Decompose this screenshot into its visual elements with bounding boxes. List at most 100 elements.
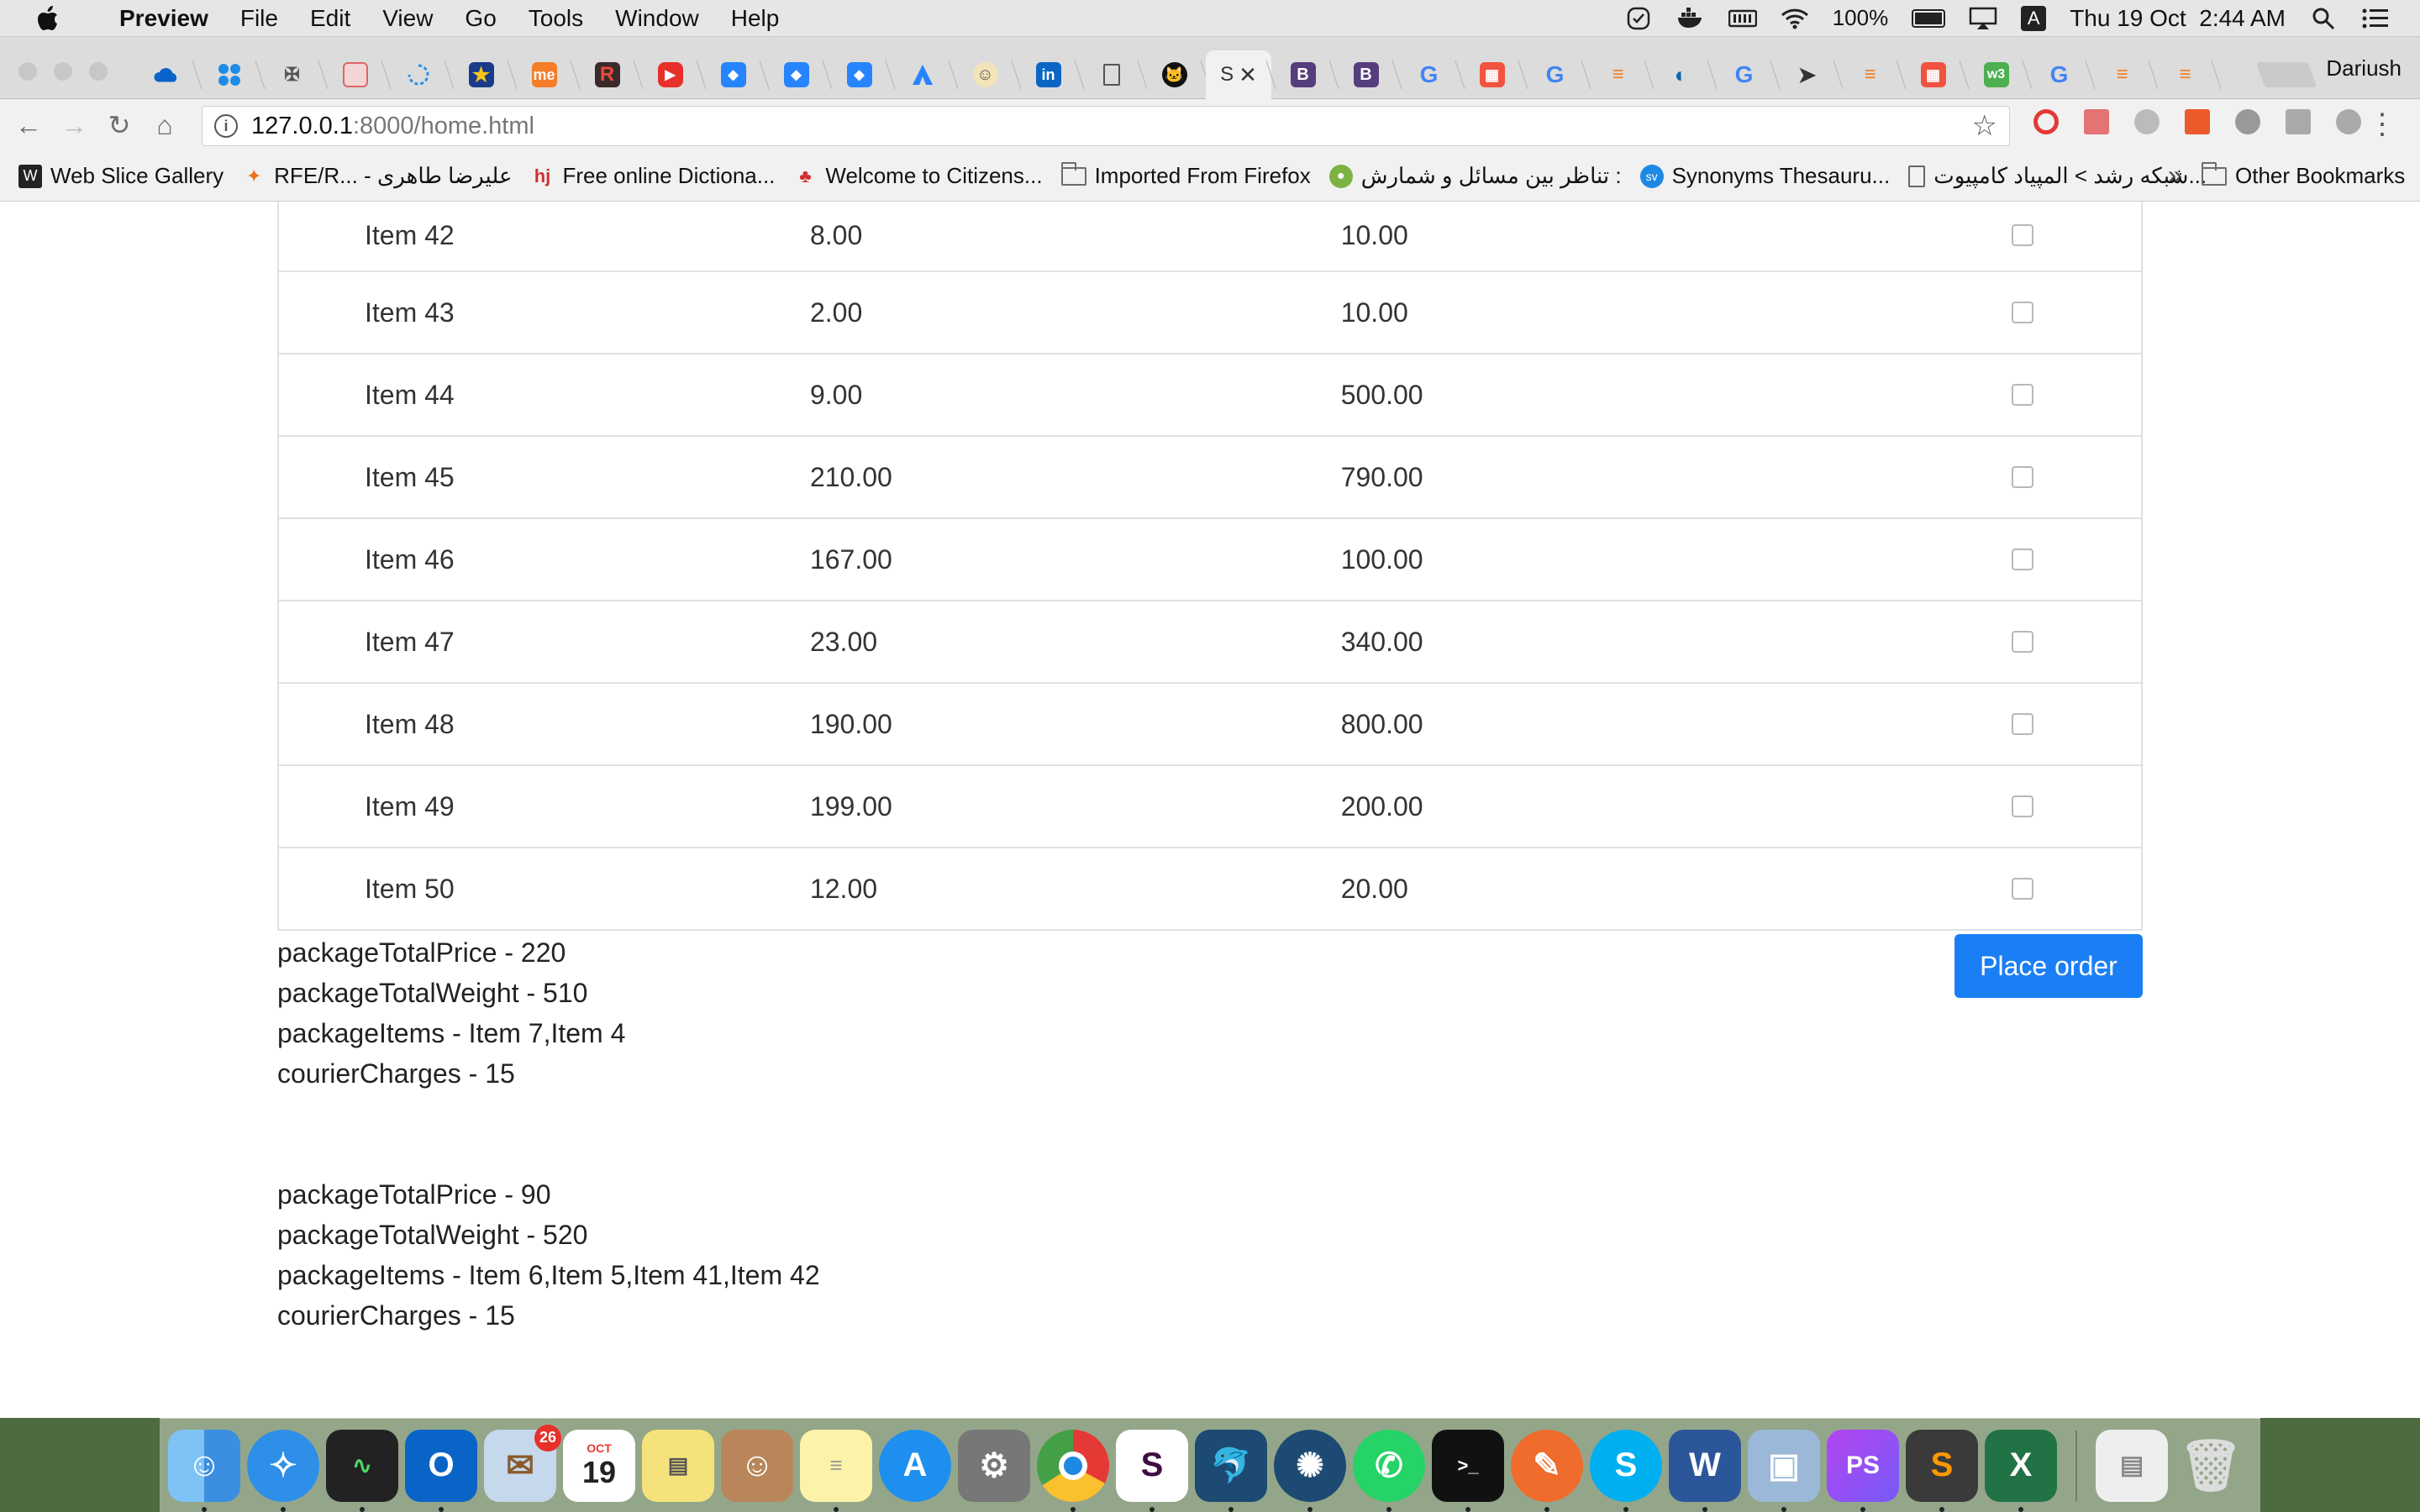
terminal-icon[interactable]: >_ — [1432, 1429, 1504, 1512]
browser-menu-icon[interactable]: ⋮ — [2368, 108, 2396, 141]
bookmark-web-slice[interactable]: W Web Slice Gallery — [18, 163, 224, 189]
stickies-icon[interactable]: ▤ — [642, 1429, 714, 1502]
menu-app-name[interactable]: Preview — [119, 5, 208, 32]
forward-arrow-icon[interactable]: → — [57, 108, 91, 142]
postman-icon[interactable]: ✎ — [1511, 1429, 1583, 1512]
tab-stackoverflow-3[interactable]: ≡ — [2091, 50, 2154, 99]
zoom-window-button[interactable] — [89, 62, 108, 81]
profile-name[interactable]: Dariush — [2326, 55, 2402, 81]
item-select-checkbox[interactable] — [2012, 549, 2034, 570]
tab-laravel-1[interactable]: ▦ — [1460, 50, 1523, 99]
wifi-icon[interactable] — [1781, 6, 1809, 31]
menu-window[interactable]: Window — [615, 5, 699, 32]
menu-file[interactable]: File — [240, 5, 278, 32]
docker-whale-icon[interactable] — [1676, 6, 1705, 31]
bookmark-olympiad[interactable]: شبکه رشد > المپیاد کامپیوت... — [1908, 163, 2207, 189]
tab-onedrive[interactable] — [134, 50, 197, 99]
notification-center-icon[interactable] — [2361, 6, 2390, 31]
outlook-icon[interactable]: O — [405, 1429, 477, 1512]
apple-menu-icon[interactable] — [34, 4, 62, 33]
spotlight-search-icon[interactable] — [2309, 6, 2338, 31]
bookmark-dictionary[interactable]: hj Free online Dictiona... — [531, 163, 776, 189]
chrome-icon[interactable] — [1037, 1429, 1109, 1512]
menu-go[interactable]: Go — [465, 5, 496, 32]
battery-icon[interactable] — [1912, 8, 1946, 28]
mail-stamp-icon[interactable]: ✉ 26 — [484, 1424, 561, 1502]
tab-calendar[interactable] — [324, 50, 387, 99]
tab-youtube[interactable]: ▶ — [639, 50, 702, 99]
memory-chip-icon[interactable] — [1728, 6, 1757, 31]
menu-help[interactable]: Help — [731, 5, 780, 32]
tab-bootstrap-1[interactable]: B — [1271, 50, 1334, 99]
sound-extension-icon[interactable] — [2336, 109, 2361, 134]
input-source-indicator[interactable]: A — [2021, 5, 2047, 31]
document-stack-icon[interactable]: ▤ — [2096, 1429, 2168, 1502]
excel-icon[interactable]: X — [1985, 1429, 2057, 1512]
chat-extension-icon[interactable] — [2134, 109, 2160, 134]
tab-bitbucket-1[interactable]: ◆ — [702, 50, 765, 99]
battery-percent[interactable]: 100% — [1833, 5, 1889, 31]
tab-w3[interactable]: w3 — [1965, 50, 2028, 99]
trash-icon[interactable]: 🗑 — [2175, 1430, 2247, 1502]
tab-bitbucket-3[interactable]: ◆ — [828, 50, 891, 99]
tab-google-4[interactable]: G — [2028, 50, 2091, 99]
app-store-icon[interactable]: A — [879, 1429, 951, 1502]
back-arrow-icon[interactable]: ← — [12, 108, 45, 142]
checkmark-shield-icon[interactable] — [1624, 6, 1653, 31]
other-bookmarks[interactable]: Other Bookmarks — [2202, 161, 2405, 189]
tab-stackoverflow-2[interactable]: ≡ — [1839, 50, 1902, 99]
item-select-checkbox[interactable] — [2012, 384, 2034, 406]
tab-google-1[interactable]: G — [1397, 50, 1460, 99]
bookmarks-overflow-chevron[interactable]: » — [2168, 161, 2182, 190]
activity-monitor-icon[interactable]: ∿ — [326, 1429, 398, 1512]
new-tab-button[interactable] — [2255, 62, 2317, 87]
w-extension-icon[interactable] — [2235, 109, 2260, 134]
item-select-checkbox[interactable] — [2012, 713, 2034, 735]
bookmark-star-icon[interactable]: ☆ — [1972, 109, 1997, 143]
tab-app-grid[interactable] — [197, 50, 260, 99]
whatsapp-icon[interactable]: ✆ — [1353, 1429, 1425, 1512]
preview-icon[interactable]: ▣ — [1748, 1429, 1820, 1512]
calendar-icon[interactable]: OCT 19 — [563, 1429, 635, 1502]
tab-send[interactable]: ➤ — [1776, 50, 1839, 99]
item-select-checkbox[interactable] — [2012, 302, 2034, 323]
tab-linkedin[interactable]: in — [1017, 50, 1080, 99]
home-icon[interactable]: ⌂ — [148, 108, 182, 142]
skype-icon[interactable]: S — [1590, 1429, 1662, 1512]
bookmark-citizenship[interactable]: ♣ Welcome to Citizens... — [793, 163, 1042, 189]
tab-github[interactable]: 🐱 — [1143, 50, 1206, 99]
minimize-window-button[interactable] — [54, 62, 72, 81]
slack-icon[interactable]: S — [1116, 1429, 1188, 1512]
menubar-clock[interactable]: Thu 19 Oct 2:44 AM — [2070, 5, 2286, 32]
bookmark-persian-math[interactable]: ● تناظر بین مسائل و شمارش : — [1328, 163, 1622, 189]
bookmark-rfe[interactable]: ✦ RFE/R... - علیرضا طاهری — [242, 163, 513, 189]
reload-icon[interactable]: ↻ — [103, 108, 136, 142]
tab-stackoverflow-1[interactable]: ≡ — [1586, 50, 1649, 99]
tab-r[interactable]: R — [576, 50, 639, 99]
menu-edit[interactable]: Edit — [310, 5, 350, 32]
close-window-button[interactable] — [18, 62, 37, 81]
item-select-checkbox[interactable] — [2012, 795, 2034, 817]
tab-active-page[interactable]: S ✕ — [1206, 50, 1271, 99]
tab-laravel-2[interactable]: ▦ — [1902, 50, 1965, 99]
bookmark-extension-icon[interactable] — [2084, 109, 2109, 134]
safari-icon[interactable]: ✧ — [247, 1429, 319, 1512]
info-icon[interactable]: i — [214, 114, 238, 138]
item-select-checkbox[interactable] — [2012, 466, 2034, 488]
tab-stackoverflow-4[interactable]: ≡ — [2154, 50, 2217, 99]
contacts-icon[interactable]: ☺ — [721, 1429, 793, 1502]
airplay-icon[interactable] — [1969, 6, 1997, 31]
tab-star-site[interactable]: ★ — [450, 50, 513, 99]
tab-atlassian[interactable] — [891, 50, 954, 99]
mysql-workbench-icon[interactable]: 🐬 — [1195, 1429, 1267, 1512]
sourcetree-icon[interactable]: ✺ — [1274, 1429, 1346, 1512]
finder-icon[interactable]: ☺ — [168, 1429, 240, 1512]
tab-bootstrap-2[interactable]: B — [1334, 50, 1397, 99]
word-icon[interactable]: W — [1669, 1429, 1741, 1512]
tab-emblem[interactable]: ✠ — [260, 50, 324, 99]
close-tab-icon[interactable]: ✕ — [1239, 62, 1257, 88]
office-extension-icon[interactable] — [2185, 109, 2210, 134]
megaphone-extension-icon[interactable] — [2286, 109, 2311, 134]
tab-face[interactable]: ☺ — [954, 50, 1017, 99]
bookmark-thesaurus[interactable]: sv Synonyms Thesauru... — [1639, 163, 1890, 189]
